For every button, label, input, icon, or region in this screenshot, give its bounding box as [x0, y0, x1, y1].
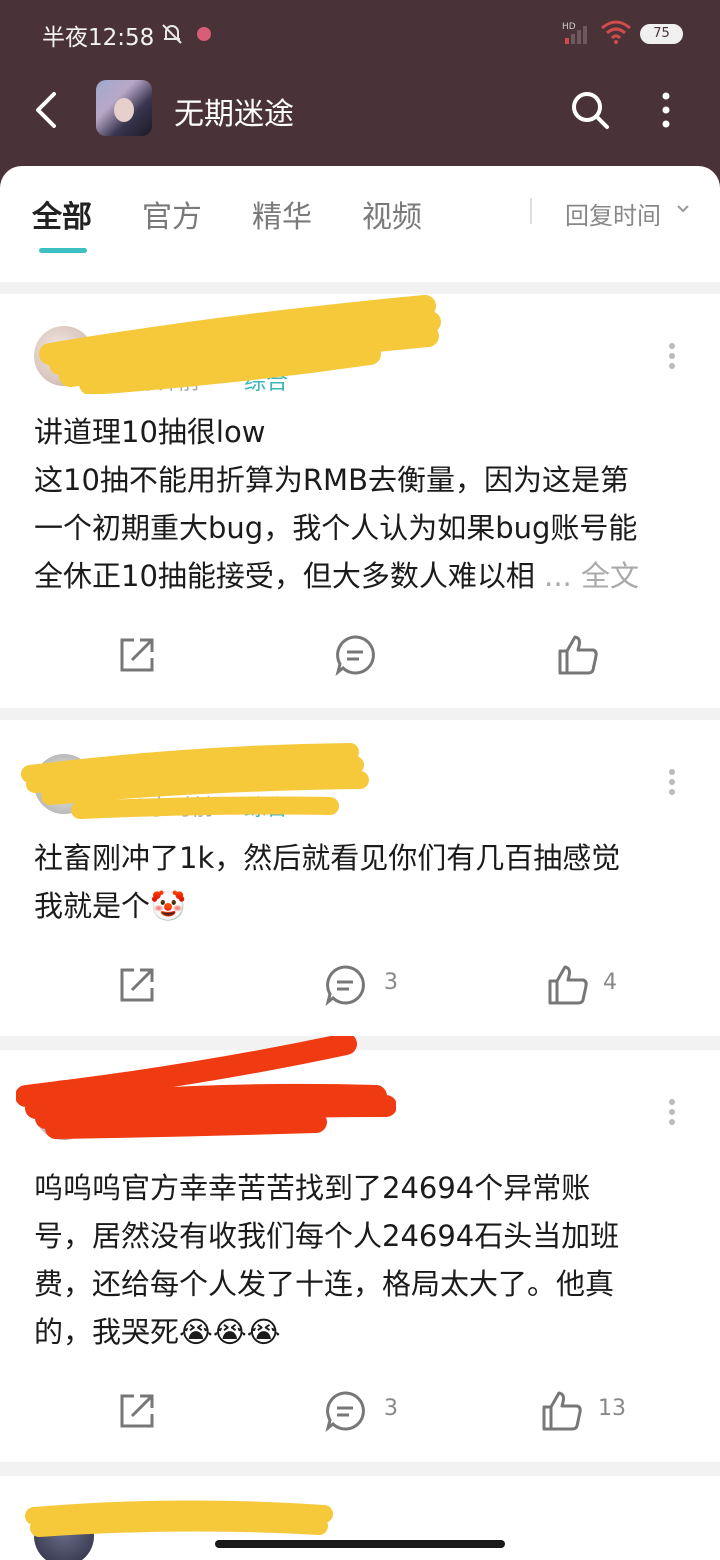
share-icon[interactable] — [116, 1386, 158, 1436]
post-line: 讲道理10抽很low — [34, 415, 266, 449]
comment-count: 3 — [384, 970, 398, 995]
post-line: 费，还给每个人发了十连，格局太大了。他真 — [34, 1267, 615, 1301]
tab-bar: 全部 官方 精华 视频 回复时间 — [0, 166, 720, 282]
tab-all[interactable]: 全部 — [32, 192, 92, 236]
post-content[interactable]: 讲道理10抽很low 这10抽不能用折算为RMB去衡量，因为这是第 一个初期重大… — [34, 408, 684, 600]
meta-separator: · — [221, 790, 228, 815]
app-avatar[interactable] — [96, 80, 152, 136]
tab-official[interactable]: 官方 — [142, 192, 202, 236]
share-icon[interactable] — [116, 630, 158, 680]
post-line: 一个初期重大bug，我个人认为如果bug账号能 — [34, 511, 638, 545]
post-line: 号，居然没有收我们每个人24694石头当加班 — [34, 1219, 620, 1253]
back-button[interactable] — [30, 88, 64, 132]
status-bar: 半夜12:58 HD 75 — [0, 0, 720, 66]
post-time: 1小时前 — [134, 796, 214, 821]
post-line: 呜呜呜官方幸幸苦苦找到了24694个异常账 — [34, 1171, 591, 1205]
post-more-icon[interactable] — [668, 768, 676, 796]
tab-featured[interactable]: 精华 — [252, 192, 312, 236]
like-count: 13 — [598, 1396, 626, 1421]
tab-divider — [530, 198, 532, 224]
post-actions — [0, 630, 720, 680]
status-time: 半夜12:58 — [42, 25, 155, 51]
ellipsis: ... — [544, 559, 572, 593]
post-card[interactable]: 分钟前 · 综合 讲道理10抽很low 这10抽不能用折算为RMB去衡量，因为这… — [0, 294, 720, 708]
more-vertical-icon[interactable] — [655, 88, 677, 132]
post-line: 这10抽不能用折算为RMB去衡量，因为这是第 — [34, 463, 629, 497]
post-card[interactable]: 呜呜呜官方幸幸苦苦找到了24694个异常账 号，居然没有收我们每个人24694石… — [0, 1036, 720, 1462]
tab-video[interactable]: 视频 — [362, 192, 422, 236]
like-icon[interactable] — [546, 960, 590, 1010]
post-time: 分钟前 — [134, 370, 201, 395]
comment-count: 3 — [384, 1396, 398, 1421]
meta-separator: · — [221, 364, 228, 389]
avatar[interactable] — [34, 1080, 94, 1140]
signal-icon: HD — [562, 22, 587, 44]
like-icon[interactable] — [540, 1386, 584, 1436]
avatar[interactable] — [34, 326, 94, 386]
like-count: 4 — [603, 970, 617, 995]
post-line: 的，我哭死😭😭😭 — [34, 1315, 281, 1349]
avatar[interactable] — [34, 1506, 94, 1560]
wifi-icon — [601, 20, 631, 44]
post-line-text: 全休正10抽能接受，但大多数人难以相 — [34, 559, 535, 593]
sort-dropdown[interactable]: 回复时间 — [565, 196, 661, 231]
active-tab-indicator — [39, 248, 87, 253]
back-icon — [36, 92, 56, 128]
network-label: HD — [562, 22, 576, 32]
post-card[interactable]: 1小时前 · 综合 社畜刚冲了1k，然后就看见你们有几百抽感觉 我就是个🤡 3 … — [0, 720, 720, 1036]
page-title[interactable]: 无期迷途 — [174, 89, 294, 133]
avatar[interactable] — [34, 754, 94, 814]
battery-indicator: 75 — [640, 24, 683, 44]
post-line: 社畜刚冲了1k，然后就看见你们有几百抽感觉 — [34, 841, 621, 875]
post-line: 全休正10抽能接受，但大多数人难以相 ... 全文 — [34, 552, 684, 600]
mute-bell-icon — [162, 24, 182, 44]
post-more-icon[interactable] — [668, 342, 676, 370]
notification-app-icon — [197, 27, 211, 41]
chevron-down-icon[interactable] — [676, 204, 690, 214]
like-icon[interactable] — [556, 630, 600, 680]
post-tag[interactable]: 综合 — [244, 790, 288, 822]
full-text-link[interactable]: 全文 — [581, 559, 639, 593]
post-content[interactable]: 社畜刚冲了1k，然后就看见你们有几百抽感觉 我就是个🤡 — [34, 834, 684, 930]
comment-icon[interactable] — [334, 630, 376, 680]
share-icon[interactable] — [116, 960, 158, 1010]
home-indicator[interactable] — [215, 1540, 505, 1548]
post-more-icon[interactable] — [668, 1098, 676, 1126]
post-actions: 3 13 — [0, 1386, 720, 1436]
post-line: 我就是个🤡 — [34, 889, 187, 923]
redaction-scribble — [39, 295, 441, 394]
post-tag[interactable]: 综合 — [244, 364, 288, 396]
comment-icon[interactable] — [324, 960, 366, 1010]
search-icon[interactable] — [568, 88, 612, 132]
comment-icon[interactable] — [324, 1386, 366, 1436]
post-actions: 3 4 — [0, 960, 720, 1010]
post-content[interactable]: 呜呜呜官方幸幸苦苦找到了24694个异常账 号，居然没有收我们每个人24694石… — [34, 1164, 684, 1356]
